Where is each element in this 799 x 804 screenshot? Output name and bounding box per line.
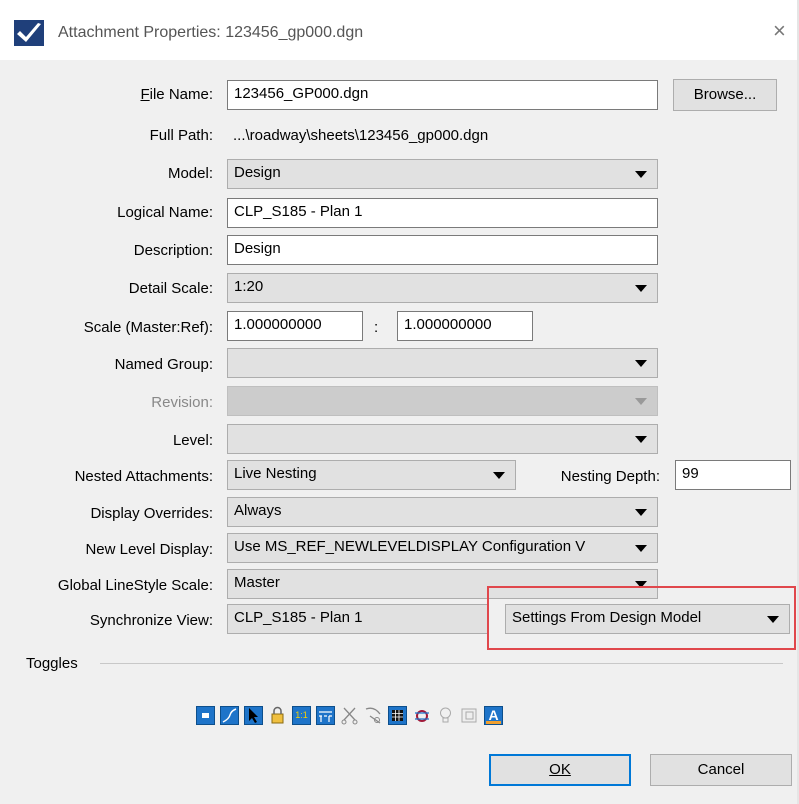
display-overrides-dropdown[interactable]: Always bbox=[227, 497, 658, 527]
file-name-label: File Name: bbox=[140, 86, 213, 103]
logical-name-label: Logical Name: bbox=[117, 204, 213, 221]
ignore-attachment-toggle-icon[interactable] bbox=[340, 706, 359, 725]
scale-separator: : bbox=[374, 319, 379, 336]
detail-scale-dropdown[interactable]: 1:20 bbox=[227, 273, 658, 303]
lightbulb-icon bbox=[440, 707, 451, 723]
nested-attachments-value: Live Nesting bbox=[234, 465, 317, 482]
highlight-box bbox=[487, 586, 796, 650]
scale-linestyle-toggle-icon[interactable] bbox=[316, 706, 335, 725]
window-title: Attachment Properties: 123456_gp000.dgn bbox=[58, 24, 364, 41]
scale-ref-input[interactable]: 1.000000000 bbox=[397, 311, 533, 341]
raster-toggle-icon[interactable] bbox=[388, 706, 407, 725]
snap-curve-icon bbox=[222, 708, 237, 723]
arrow-pointer-icon bbox=[249, 708, 258, 723]
named-group-dropdown[interactable] bbox=[227, 348, 658, 378]
boundary-icon bbox=[415, 710, 429, 722]
scale-label: Scale (Master:Ref): bbox=[83, 319, 213, 336]
chevron-down-icon bbox=[635, 360, 647, 367]
title-bar: Attachment Properties: 123456_gp000.dgn … bbox=[0, 0, 799, 60]
chevron-down-icon bbox=[635, 436, 647, 443]
display-toggle-icon[interactable] bbox=[196, 706, 215, 725]
cancel-button[interactable]: Cancel bbox=[650, 754, 792, 786]
nesting-depth-label: Nesting Depth: bbox=[560, 468, 660, 485]
new-level-display-value: Use MS_REF_NEWLEVELDISPLAY Configuration… bbox=[234, 538, 586, 555]
close-icon[interactable]: × bbox=[773, 18, 786, 44]
description-input[interactable]: Design bbox=[227, 235, 658, 265]
logical-name-input[interactable]: CLP_S185 - Plan 1 bbox=[227, 198, 658, 228]
chevron-down-icon bbox=[635, 398, 647, 405]
synchronize-view-value: CLP_S185 - Plan 1 bbox=[234, 609, 363, 626]
browse-button[interactable]: Browse... bbox=[673, 79, 777, 111]
synchronize-view-label: Synchronize View: bbox=[89, 612, 213, 629]
padlock-icon bbox=[271, 706, 284, 724]
ok-button-label: OK bbox=[549, 761, 571, 778]
level-dropdown[interactable] bbox=[227, 424, 658, 454]
ok-button[interactable]: OK bbox=[489, 754, 631, 786]
chevron-down-icon bbox=[635, 171, 647, 178]
linestyle-icon bbox=[319, 711, 332, 722]
toggles-divider bbox=[100, 663, 783, 664]
nesting-depth-input[interactable]: 99 bbox=[675, 460, 791, 490]
description-label: Description: bbox=[133, 242, 213, 259]
clip-mask-icon bbox=[365, 707, 381, 724]
model-dropdown[interactable]: Design bbox=[227, 159, 658, 189]
chevron-down-icon bbox=[635, 285, 647, 292]
true-scale-toggle-icon[interactable]: 1:1 bbox=[292, 706, 311, 725]
detail-scale-value: 1:20 bbox=[234, 278, 264, 295]
revision-label: Revision: bbox=[151, 394, 213, 411]
grid-icon bbox=[392, 710, 403, 721]
global-linestyle-label: Global LineStyle Scale: bbox=[57, 577, 213, 594]
nested-attachments-dropdown[interactable]: Live Nesting bbox=[227, 460, 516, 490]
model-label: Model: bbox=[167, 165, 213, 182]
scale-master-input[interactable]: 1.000000000 bbox=[227, 311, 363, 341]
synchronize-view-field: CLP_S185 - Plan 1 bbox=[227, 604, 489, 634]
locate-toggle-icon[interactable] bbox=[244, 706, 263, 725]
named-group-label: Named Group: bbox=[114, 356, 213, 373]
model-value: Design bbox=[234, 164, 281, 181]
new-level-display-dropdown[interactable]: Use MS_REF_NEWLEVELDISPLAY Configuration… bbox=[227, 533, 658, 563]
display-overrides-label: Display Overrides: bbox=[90, 505, 213, 522]
display-overrides-value: Always bbox=[234, 502, 282, 519]
file-name-label-text: ile Name: bbox=[149, 86, 213, 103]
nested-attachments-label: Nested Attachments: bbox=[74, 468, 213, 485]
revision-dropdown bbox=[227, 386, 658, 416]
chevron-down-icon bbox=[635, 509, 647, 516]
reference-file-icon bbox=[461, 708, 477, 723]
full-path-label: Full Path: bbox=[149, 127, 213, 144]
full-path-value: ...\roadway\sheets\123456_gp000.dgn bbox=[233, 127, 489, 144]
chevron-down-icon bbox=[635, 545, 647, 552]
microstation-app-icon bbox=[14, 20, 44, 46]
chevron-down-icon bbox=[493, 472, 505, 479]
reference-toggle-icon[interactable] bbox=[460, 706, 479, 725]
annotation-scale-toggle-icon[interactable]: A bbox=[484, 706, 503, 725]
level-label: Level: bbox=[172, 432, 213, 449]
lightbulb-toggle-icon[interactable] bbox=[436, 706, 455, 725]
toggles-group-label: Toggles bbox=[26, 655, 78, 672]
snap-toggle-icon[interactable] bbox=[220, 706, 239, 725]
lock-toggle-icon[interactable] bbox=[268, 706, 287, 725]
new-level-display-label: New Level Display: bbox=[85, 541, 213, 558]
boundary-toggle-icon[interactable] bbox=[412, 706, 431, 725]
clip-toggle-icon[interactable] bbox=[364, 706, 383, 725]
file-name-input[interactable]: 123456_GP000.dgn bbox=[227, 80, 658, 110]
scissors-icon bbox=[341, 707, 358, 725]
detail-scale-label: Detail Scale: bbox=[128, 280, 213, 297]
annotation-underline bbox=[486, 721, 501, 724]
display-toggle-icon-inner bbox=[202, 713, 209, 718]
global-linestyle-value: Master bbox=[234, 574, 280, 591]
